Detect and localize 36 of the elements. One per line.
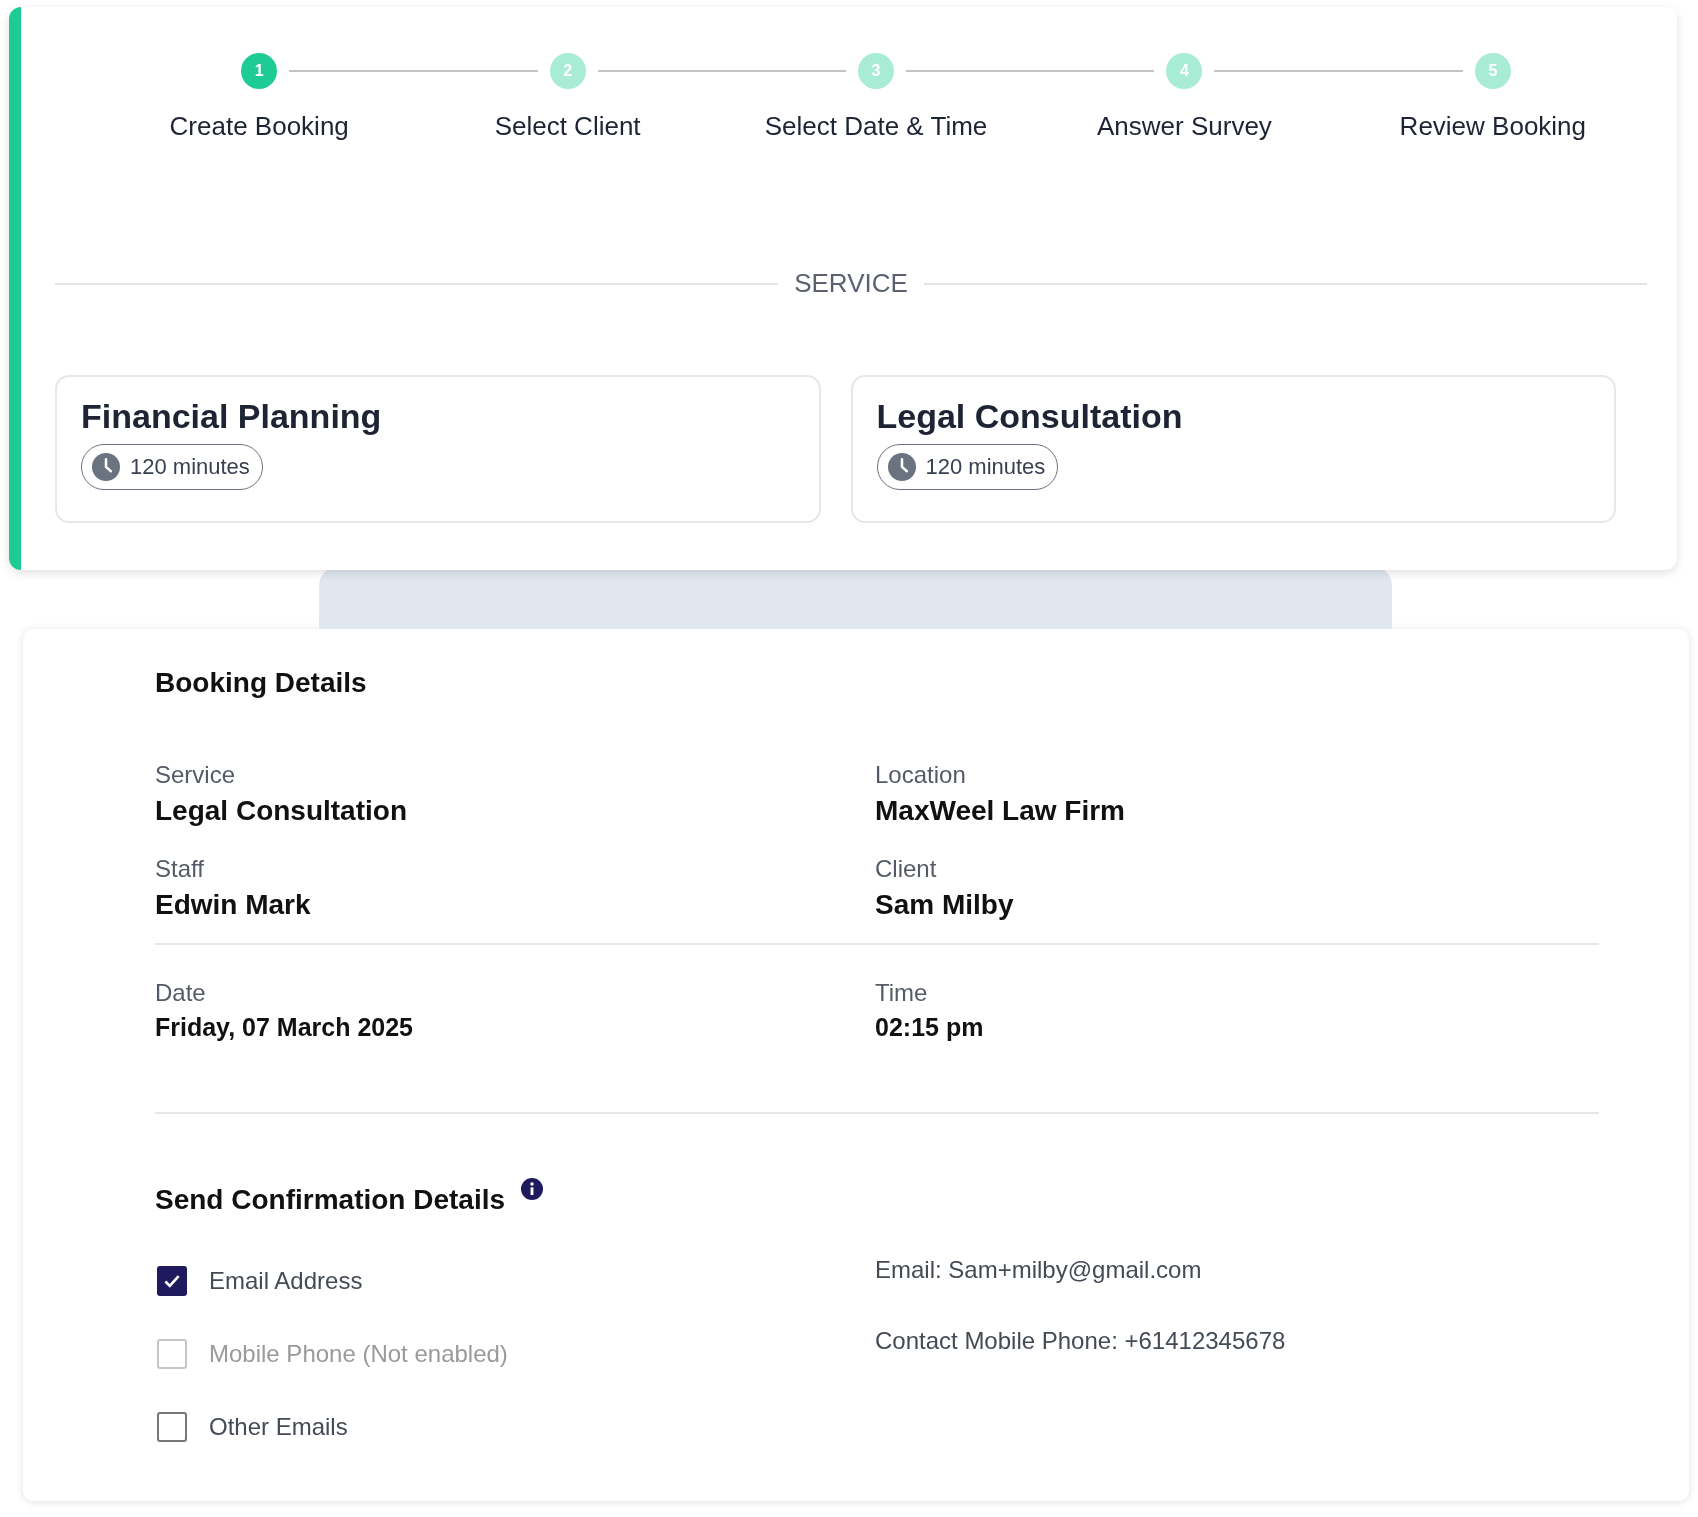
field-label: Staff xyxy=(155,855,205,883)
step-label[interactable]: Answer Survey xyxy=(1097,111,1272,142)
field-label: Client xyxy=(875,855,938,883)
step-label[interactable]: Select Date & Time xyxy=(764,111,988,142)
checkbox[interactable] xyxy=(157,1412,187,1442)
field-value: Friday, 07 March 2025 xyxy=(155,1013,414,1042)
field-value: Edwin Mark xyxy=(155,889,312,921)
checkbox-label[interactable]: Email Address xyxy=(209,1267,363,1295)
contact-text: Contact Mobile Phone: +61412345678 xyxy=(875,1327,1287,1355)
section-title: Send Confirmation Details xyxy=(155,1184,506,1216)
field-label: Service xyxy=(155,761,237,789)
service-card[interactable]: Legal Consultation 120 minutes xyxy=(850,375,1616,523)
field-label: Location xyxy=(875,761,967,789)
section-title: Booking Details xyxy=(155,667,368,699)
field-value: Sam Milby xyxy=(875,889,1015,921)
service-name: Financial Planning xyxy=(81,397,383,436)
field-label: Time xyxy=(875,979,929,1007)
field-value: Legal Consultation xyxy=(155,795,408,827)
clock-icon xyxy=(92,453,120,481)
step-label[interactable]: Create Booking xyxy=(169,111,349,142)
field-label: Date xyxy=(155,979,207,1007)
service-card[interactable]: Financial Planning 120 minutes xyxy=(55,375,821,523)
step-label[interactable]: Review Booking xyxy=(1399,111,1587,142)
field-value: 02:15 pm xyxy=(875,1013,985,1042)
clock-icon xyxy=(887,453,916,481)
checkbox[interactable] xyxy=(157,1266,187,1296)
field-value: MaxWeel Law Firm xyxy=(875,795,1126,827)
info-icon[interactable] xyxy=(521,1178,544,1200)
duration-text: 120 minutes xyxy=(925,454,1046,480)
contact-text: Email: Sam+milby@gmail.com xyxy=(875,1256,1203,1284)
step-label[interactable]: Select Client xyxy=(494,111,641,142)
checkbox-label[interactable]: Other Emails xyxy=(209,1413,348,1441)
duration-text: 120 minutes xyxy=(130,454,250,480)
section-heading: SERVICE xyxy=(794,268,908,299)
checkbox-label: Mobile Phone (Not enabled) xyxy=(209,1340,508,1368)
service-name: Legal Consultation xyxy=(876,397,1184,436)
